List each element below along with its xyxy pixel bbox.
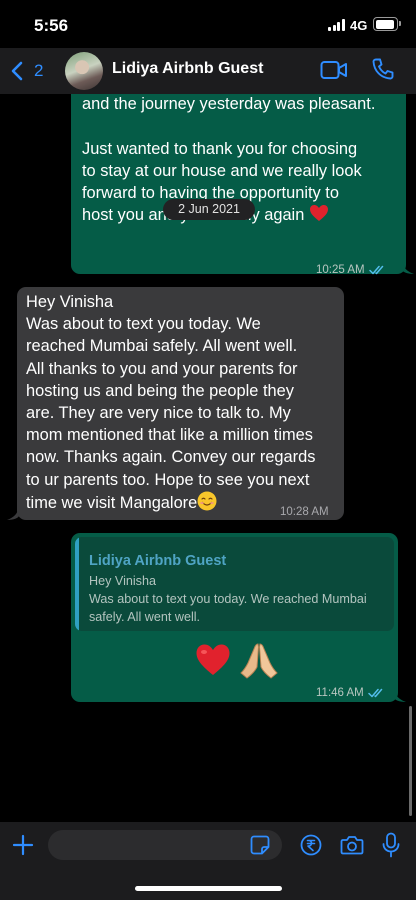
folded-hands-emoji [240,643,278,679]
message-time: 11:46 AM [316,687,364,699]
microphone-icon[interactable] [382,832,400,858]
battery-icon [373,17,398,31]
bubble-tail [394,688,406,702]
double-check-icon [368,265,383,275]
red-heart-emoji [196,644,230,675]
status-time: 5:56 [34,16,69,35]
scrollbar[interactable] [409,706,412,816]
camera-icon[interactable] [340,834,364,856]
network-label: 4G [350,18,368,33]
quoted-message[interactable]: Lidiya Airbnb Guest Hey Vinisha Was abou… [75,537,394,631]
message-meta: 10:28 AM [280,501,329,523]
avatar[interactable] [65,52,103,90]
composer-bar [0,822,416,900]
bubble-tail [402,260,414,274]
message-meta: 10:25 AM [316,259,386,281]
sticker-icon[interactable] [250,835,270,855]
video-camera-icon[interactable] [320,60,348,80]
message-time: 10:25 AM [316,264,365,276]
quote-bar [75,537,79,631]
message-time: 10:28 AM [280,506,329,518]
status-bar: 5:56 4G [0,0,416,48]
incoming-message[interactable]: Hey Vinisha Was about to text you today.… [17,287,344,520]
chat-header: 2 Lidiya Airbnb Guest [0,48,416,94]
plus-icon[interactable] [12,834,34,856]
chat-area[interactable]: 2 Jun 2021 Hope you guys have reached ho… [0,94,416,822]
quote-text: Hey Vinisha Was about to text you today.… [89,574,367,624]
red-heart-emoji [309,205,328,222]
chevron-left-icon [11,61,23,81]
message-text: Hey Vinisha Was about to text you today.… [26,293,316,512]
battery-tip [399,21,401,26]
emoji-row [195,641,279,679]
message-input[interactable] [48,830,282,860]
contact-name[interactable]: Lidiya Airbnb Guest [112,60,263,78]
signal-icon [328,19,346,31]
smiling-face-emoji [197,491,217,511]
bubble-tail [7,506,19,520]
quote-author: Lidiya Airbnb Guest [89,553,227,569]
phone-icon[interactable] [371,57,395,81]
date-pill: 2 Jun 2021 [163,199,255,220]
double-check-icon [368,688,382,698]
rupee-icon[interactable] [300,834,322,856]
outgoing-message[interactable]: Hope you guys have reached home safe and… [71,94,406,276]
back-button[interactable]: 2 [10,58,43,84]
home-indicator [135,886,282,891]
back-count: 2 [34,61,44,80]
outgoing-message[interactable]: Lidiya Airbnb Guest Hey Vinisha Was abou… [71,533,398,702]
message-meta: 11:46 AM [316,682,385,704]
